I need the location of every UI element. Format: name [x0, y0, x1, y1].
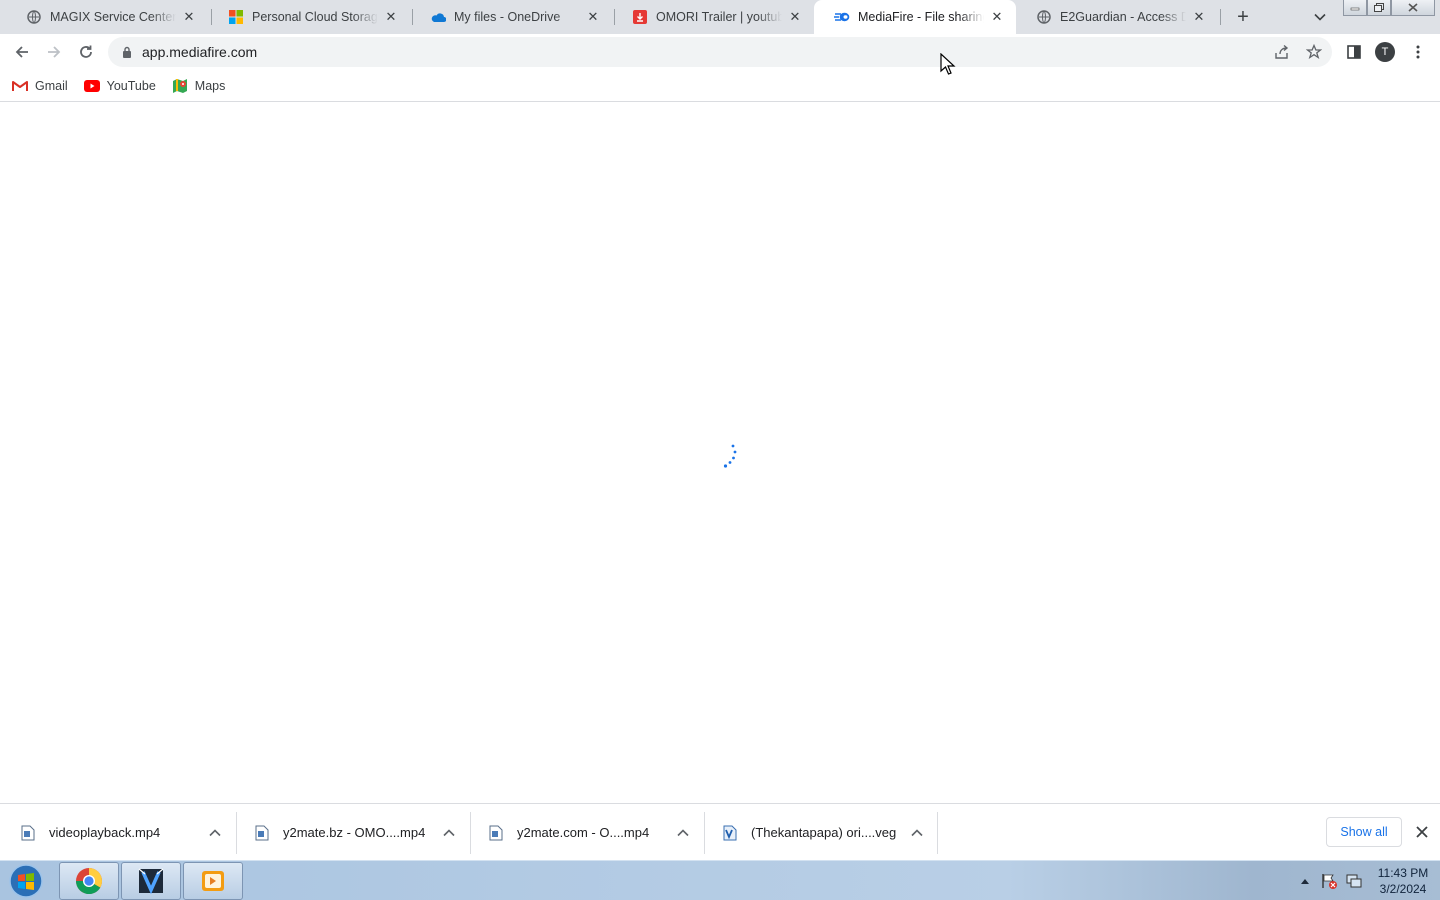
download-filename: y2mate.bz - OMO....mp4: [283, 825, 426, 840]
share-icon[interactable]: [1268, 38, 1296, 66]
tab-search-chevron-icon[interactable]: [1310, 7, 1330, 27]
tab-title: E2Guardian - Access Denied: [1060, 10, 1186, 24]
tab-onedrive[interactable]: My files - OneDrive ✕: [410, 0, 612, 34]
forward-arrow-icon[interactable]: [40, 38, 68, 66]
download-item[interactable]: videoplayback.mp4: [0, 804, 234, 861]
action-center-flag-icon[interactable]: [1319, 865, 1339, 897]
show-hidden-icons-icon[interactable]: [1297, 865, 1313, 897]
tab-title: MAGIX Service Center: [50, 10, 176, 24]
tab-strip: MAGIX Service Center ✕ Personal Cloud St…: [0, 0, 1440, 34]
download-red-icon: [632, 9, 648, 25]
vegas-icon: [138, 868, 164, 895]
gmail-icon: [12, 78, 28, 94]
close-icon[interactable]: [1410, 820, 1434, 844]
bookmark-youtube[interactable]: YouTube: [83, 78, 156, 94]
close-icon[interactable]: ✕: [180, 8, 198, 26]
bookmark-label: Gmail: [35, 78, 68, 93]
video-file-icon: [488, 824, 504, 842]
chrome-icon: [75, 868, 103, 895]
download-item[interactable]: y2mate.com - O....mp4: [468, 804, 702, 861]
microsoft-icon: [228, 9, 244, 25]
download-shelf: videoplayback.mp4 y2mate.bz - OMO....mp4…: [0, 803, 1440, 860]
youtube-icon: [83, 78, 100, 94]
tab-omori-trailer[interactable]: OMORI Trailer | youtube mp4 ✕: [612, 0, 814, 34]
start-button[interactable]: [6, 862, 46, 900]
close-icon[interactable]: ✕: [1190, 8, 1208, 26]
close-icon[interactable]: ✕: [988, 8, 1006, 26]
tab-title: My files - OneDrive: [454, 10, 561, 24]
maps-icon: [172, 78, 188, 94]
close-icon[interactable]: ✕: [584, 8, 602, 26]
vegas-file-icon: [722, 824, 738, 842]
bookmark-star-icon[interactable]: [1300, 38, 1328, 66]
globe-icon: [26, 9, 42, 25]
tab-separator: [1220, 9, 1221, 25]
chevron-up-icon[interactable]: [904, 820, 930, 846]
restore-window-button[interactable]: [1367, 0, 1391, 16]
reload-icon[interactable]: [72, 38, 100, 66]
tab-magix[interactable]: MAGIX Service Center ✕: [6, 0, 208, 34]
chevron-up-icon[interactable]: [670, 820, 696, 846]
close-icon[interactable]: ✕: [382, 8, 400, 26]
download-item[interactable]: y2mate.bz - OMO....mp4: [234, 804, 468, 861]
bookmark-maps[interactable]: Maps: [172, 78, 226, 94]
tab-title: Personal Cloud Storage – Microsoft: [252, 10, 378, 24]
close-window-button[interactable]: [1391, 0, 1435, 16]
download-item[interactable]: (Thekantapapa) ori....veg: [702, 804, 936, 861]
tab-title: MediaFire - File sharing and: [858, 10, 984, 24]
url-text[interactable]: app.mediafire.com: [142, 44, 257, 60]
bookmark-label: YouTube: [106, 78, 156, 93]
network-icon[interactable]: [1344, 865, 1364, 897]
back-arrow-icon[interactable]: [8, 38, 36, 66]
bookmark-gmail[interactable]: Gmail: [12, 78, 68, 94]
bookmarks-bar: Gmail YouTube Maps: [0, 70, 1440, 102]
download-filename: (Thekantapapa) ori....veg: [751, 825, 897, 840]
windows-taskbar: 11:43 PM 3/2/2024: [0, 860, 1440, 900]
onedrive-icon: [430, 9, 446, 25]
loading-spinner-icon: [723, 444, 737, 468]
download-separator: [937, 812, 938, 854]
media-player-icon: [202, 871, 224, 891]
browser-toolbar: app.mediafire.com T: [0, 34, 1440, 70]
tab-e2guardian[interactable]: E2Guardian - Access Denied ✕: [1016, 0, 1218, 34]
video-file-icon: [254, 824, 270, 842]
side-panel-icon[interactable]: [1340, 38, 1368, 66]
chevron-up-icon[interactable]: [202, 820, 228, 846]
taskbar-media-player[interactable]: [183, 862, 243, 900]
download-filename: y2mate.com - O....mp4: [517, 825, 650, 840]
tab-mediafire[interactable]: MediaFire - File sharing and ✕: [814, 0, 1016, 34]
taskbar-vegas[interactable]: [121, 862, 181, 900]
close-icon[interactable]: ✕: [786, 8, 804, 26]
windows-logo-icon: [9, 864, 43, 898]
new-tab-button[interactable]: +: [1232, 6, 1254, 28]
mediafire-icon: [834, 9, 850, 25]
download-filename: videoplayback.mp4: [49, 825, 161, 840]
globe-icon: [1036, 9, 1052, 25]
address-bar[interactable]: app.mediafire.com: [108, 37, 1332, 67]
bookmark-label: Maps: [194, 78, 226, 93]
taskbar-chrome[interactable]: [59, 862, 119, 900]
profile-avatar[interactable]: T: [1375, 42, 1395, 62]
tab-personal-cloud[interactable]: Personal Cloud Storage – Microsoft ✕: [208, 0, 410, 34]
more-menu-icon[interactable]: [1404, 38, 1432, 66]
clock-date: 3/2/2024: [1379, 882, 1427, 896]
chevron-up-icon[interactable]: [436, 820, 462, 846]
mouse-cursor-icon: [940, 53, 956, 75]
show-all-downloads-button[interactable]: Show all: [1326, 817, 1402, 847]
system-clock[interactable]: 11:43 PM 3/2/2024: [1370, 865, 1436, 897]
page-content: [0, 53, 1440, 803]
clock-time: 11:43 PM: [1377, 866, 1429, 880]
tab-title: OMORI Trailer | youtube mp4: [656, 10, 782, 24]
minimize-window-button[interactable]: [1343, 0, 1367, 16]
video-file-icon: [20, 824, 36, 842]
window-controls: [1343, 0, 1435, 18]
lock-icon[interactable]: [120, 46, 134, 58]
